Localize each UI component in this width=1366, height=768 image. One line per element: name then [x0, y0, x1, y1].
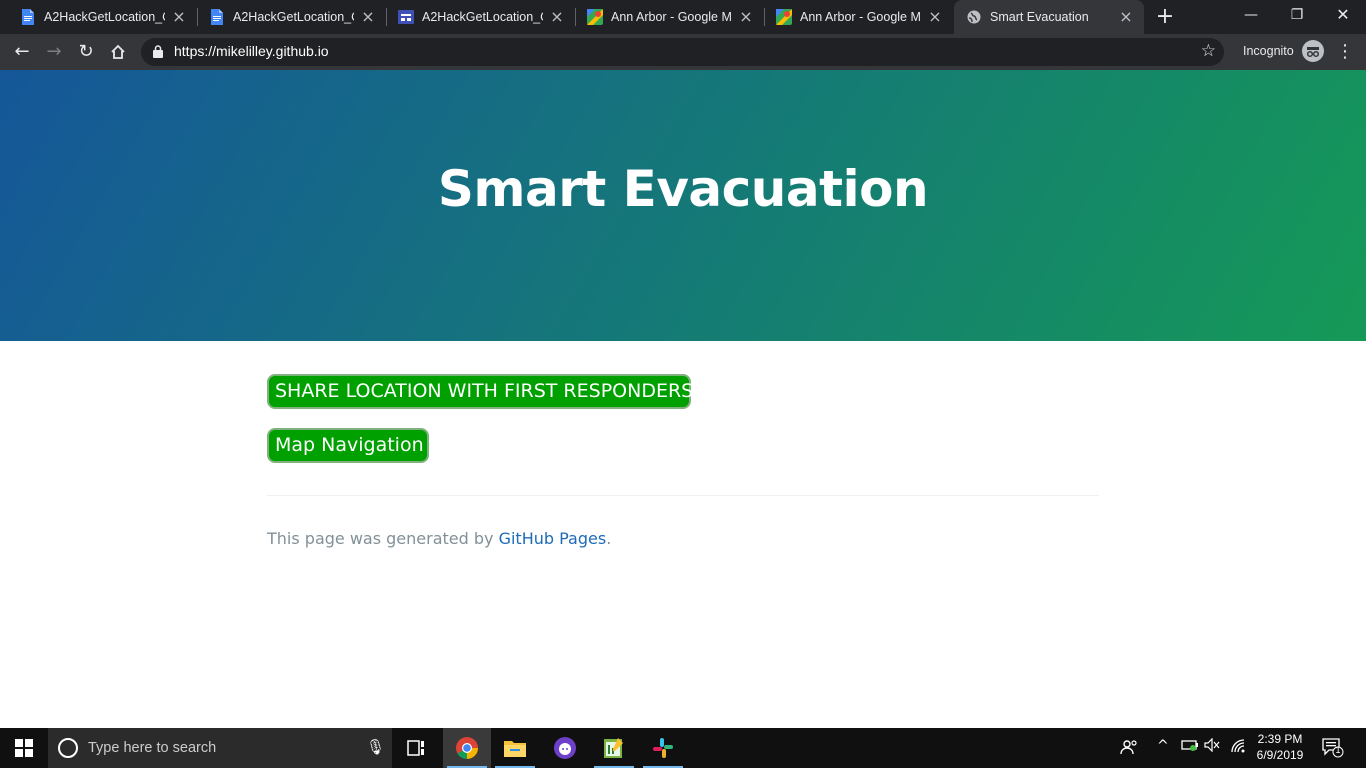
- home-icon[interactable]: [104, 38, 132, 66]
- forward-icon[interactable]: →: [40, 38, 68, 66]
- tab-close-icon[interactable]: ×: [927, 9, 943, 25]
- action-center-icon[interactable]: 1: [1322, 738, 1344, 758]
- tab-close-icon[interactable]: ×: [549, 9, 565, 25]
- google-docs-icon: [20, 9, 36, 25]
- minimize-icon[interactable]: —: [1228, 0, 1274, 30]
- windows-start-icon[interactable]: [0, 728, 48, 768]
- restore-icon[interactable]: ❐: [1274, 0, 1320, 30]
- tab-close-icon[interactable]: ×: [738, 9, 754, 25]
- browser-tab[interactable]: Ann Arbor - Google Ma ×: [567, 0, 764, 34]
- file-explorer-icon[interactable]: [491, 728, 539, 768]
- page-title: Smart Evacuation: [437, 160, 929, 218]
- taskbar-search-box[interactable]: Type here to search 🎙: [48, 728, 392, 768]
- github-pages-link[interactable]: GitHub Pages: [499, 529, 607, 548]
- microphone-icon[interactable]: 🎙: [366, 738, 385, 756]
- window-close-icon[interactable]: ✕: [1320, 0, 1366, 30]
- browser-tab[interactable]: A2HackGetLocation_Co ×: [0, 0, 197, 34]
- tab-title: Smart Evacuation: [990, 10, 1089, 24]
- footer-divider: [267, 495, 1099, 496]
- incognito-icon[interactable]: [1302, 40, 1324, 62]
- volume-muted-icon[interactable]: [1204, 737, 1220, 756]
- google-maps-icon: [776, 9, 792, 25]
- lock-icon: [153, 45, 163, 58]
- tab-title: A2HackGetLocation_Co: [233, 10, 354, 24]
- tab-title: Ann Arbor - Google Ma: [800, 10, 921, 24]
- browser-tab[interactable]: Ann Arbor - Google Ma ×: [756, 0, 953, 34]
- chrome-menu-icon[interactable]: ⋮: [1336, 41, 1354, 63]
- notepad-icon[interactable]: [590, 728, 638, 768]
- map-navigation-button[interactable]: Map Navigation: [267, 428, 429, 463]
- windows-taskbar: Type here to search 🎙 ^ 2:39 PM 6/9/2019…: [0, 728, 1366, 768]
- tab-close-icon[interactable]: ×: [171, 9, 187, 25]
- bookmark-star-icon[interactable]: ☆: [1201, 41, 1216, 61]
- reload-icon[interactable]: ↻: [72, 38, 100, 66]
- tab-title: A2HackGetLocation_Co: [44, 10, 165, 24]
- google-maps-icon: [587, 9, 603, 25]
- share-location-button[interactable]: SHARE LOCATION WITH FIRST RESPONDERS: [267, 374, 693, 409]
- footer-period: .: [606, 529, 612, 548]
- google-forms-icon: [398, 9, 414, 25]
- battery-icon[interactable]: [1181, 738, 1199, 756]
- browser-tab-active[interactable]: Smart Evacuation ×: [954, 0, 1144, 34]
- globe-icon: [966, 9, 982, 25]
- tab-close-icon[interactable]: ×: [1118, 9, 1134, 25]
- browser-tab-strip: A2HackGetLocation_Co × A2HackGetLocation…: [0, 0, 1366, 34]
- clock-time: 2:39 PM: [1257, 732, 1303, 746]
- github-desktop-icon[interactable]: [541, 728, 589, 768]
- tab-title: A2HackGetLocation_Co: [422, 10, 543, 24]
- browser-tab[interactable]: A2HackGetLocation_Co ×: [378, 0, 575, 34]
- address-bar[interactable]: https://mikelilley.github.io ☆: [141, 38, 1224, 66]
- people-icon[interactable]: [1120, 738, 1138, 760]
- search-placeholder: Type here to search: [88, 740, 217, 756]
- google-docs-icon: [209, 9, 225, 25]
- show-hidden-icons-chevron-icon[interactable]: ^: [1157, 738, 1169, 754]
- footer-text: This page was generated by: [267, 529, 499, 548]
- tab-close-icon[interactable]: ×: [360, 9, 376, 25]
- web-page: Smart Evacuation SHARE LOCATION WITH FIR…: [0, 70, 1366, 728]
- task-view-icon[interactable]: [392, 728, 440, 768]
- system-clock[interactable]: 2:39 PM 6/9/2019: [1250, 731, 1310, 763]
- clock-date: 6/9/2019: [1256, 748, 1304, 762]
- site-footer: This page was generated by GitHub Pages.: [267, 529, 611, 548]
- new-tab-icon[interactable]: +: [1152, 4, 1178, 30]
- browser-tab[interactable]: A2HackGetLocation_Co ×: [189, 0, 386, 34]
- slack-icon[interactable]: [639, 728, 687, 768]
- page-header: Smart Evacuation: [0, 70, 1366, 341]
- browser-toolbar: ← → ↻ https://mikelilley.github.io ☆ Inc…: [0, 34, 1366, 70]
- cortana-icon: [58, 738, 78, 758]
- tab-title: Ann Arbor - Google Ma: [611, 10, 732, 24]
- incognito-label: Incognito: [1243, 44, 1294, 58]
- wifi-icon[interactable]: [1230, 738, 1246, 758]
- chrome-icon[interactable]: [443, 728, 491, 768]
- back-icon[interactable]: ←: [8, 38, 36, 66]
- notification-count: 1: [1335, 745, 1341, 755]
- url-text: https://mikelilley.github.io: [174, 43, 329, 59]
